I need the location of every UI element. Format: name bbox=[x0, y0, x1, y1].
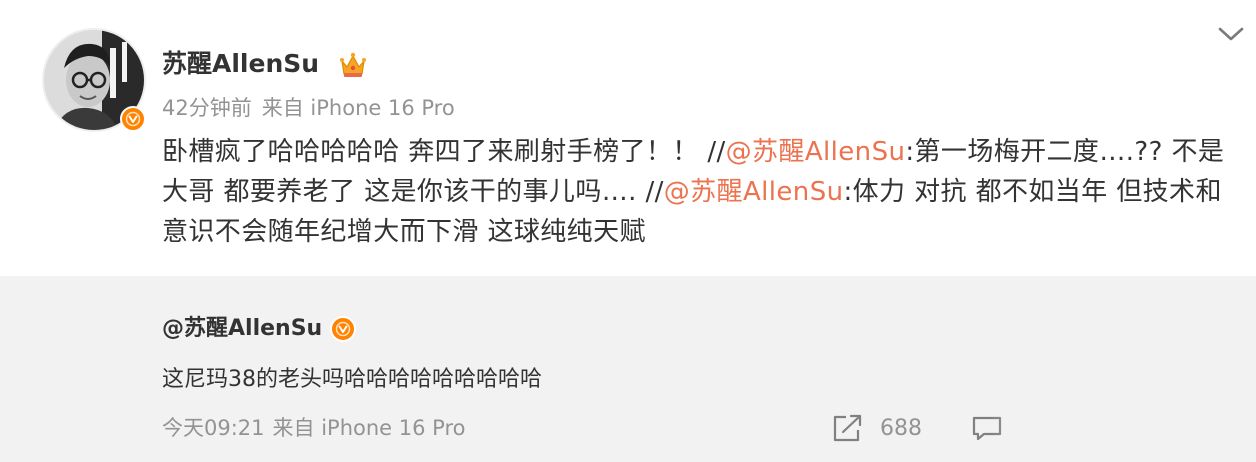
post-meta: 42分钟前 来自 iPhone 16 Pro bbox=[162, 93, 455, 123]
chevron-down-icon[interactable] bbox=[1216, 22, 1246, 46]
repost-card[interactable]: @苏醒AllenSu 这尼玛38的老头吗哈哈哈哈哈哈哈哈哈 今天09:21 来自 … bbox=[0, 276, 1256, 462]
weibo-post: 苏醒AllenSu 42分钟前 来自 iPhone 16 Pro 卧槽疯了哈哈哈哈… bbox=[0, 0, 1256, 462]
post-text-part: 卧槽疯了哈哈哈哈哈 奔四了来刷射手榜了！！ // bbox=[162, 137, 726, 167]
post-body: 卧槽疯了哈哈哈哈哈 奔四了来刷射手榜了！！ //@苏醒AllenSu:第一场梅开… bbox=[162, 132, 1248, 252]
action-bar-fade bbox=[990, 413, 1256, 443]
share-button[interactable]: 688 bbox=[830, 411, 922, 445]
post-source: 来自 iPhone 16 Pro bbox=[261, 96, 455, 120]
mention-link[interactable]: @苏醒AllenSu bbox=[664, 177, 844, 207]
avatar-container[interactable] bbox=[42, 28, 146, 132]
mention-link[interactable]: @苏醒AllenSu bbox=[726, 137, 906, 167]
post-author-name[interactable]: 苏醒AllenSu bbox=[162, 46, 319, 82]
share-count: 688 bbox=[880, 415, 922, 441]
vip-crown-icon[interactable] bbox=[338, 50, 368, 80]
verified-badge-icon bbox=[120, 106, 146, 132]
repost-body: 这尼玛38的老头吗哈哈哈哈哈哈哈哈哈 bbox=[162, 367, 542, 392]
repost-meta: 今天09:21 来自 iPhone 16 Pro bbox=[162, 413, 465, 443]
repost-source: 来自 iPhone 16 Pro bbox=[272, 416, 466, 440]
share-icon bbox=[833, 414, 862, 442]
post-time[interactable]: 42分钟前 bbox=[162, 96, 252, 120]
repost-time[interactable]: 今天09:21 bbox=[162, 416, 265, 440]
repost-author-name[interactable]: @苏醒AllenSu bbox=[162, 314, 322, 344]
verified-badge-icon bbox=[330, 316, 356, 342]
